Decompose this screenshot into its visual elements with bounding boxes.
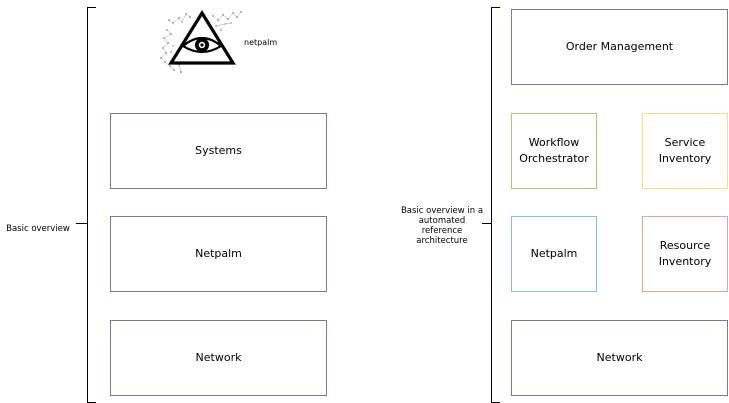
logo-text: netpalm: [244, 38, 278, 47]
right-section-label: Basic overview in a automated reference …: [400, 206, 484, 246]
systems-box: Systems: [110, 113, 327, 189]
workflow-orchestrator-box: Workflow Orchestrator: [511, 113, 597, 189]
right-bracket-tick: [482, 223, 491, 224]
netpalm-right-box: Netpalm: [511, 216, 597, 292]
netpalm-box: Netpalm: [110, 216, 327, 292]
network-right-box: Network: [511, 320, 728, 396]
resource-inventory-box: Resource Inventory: [642, 216, 728, 292]
netpalm-logo: [155, 8, 250, 78]
left-section-label: Basic overview: [6, 224, 70, 234]
order-management-box: Order Management: [511, 9, 728, 85]
right-bracket: [491, 7, 500, 403]
left-bracket: [87, 7, 96, 403]
service-inventory-box: Service Inventory: [642, 113, 728, 189]
eye-triangle-icon: [160, 9, 242, 73]
left-bracket-tick: [76, 223, 87, 224]
network-box: Network: [110, 320, 327, 396]
